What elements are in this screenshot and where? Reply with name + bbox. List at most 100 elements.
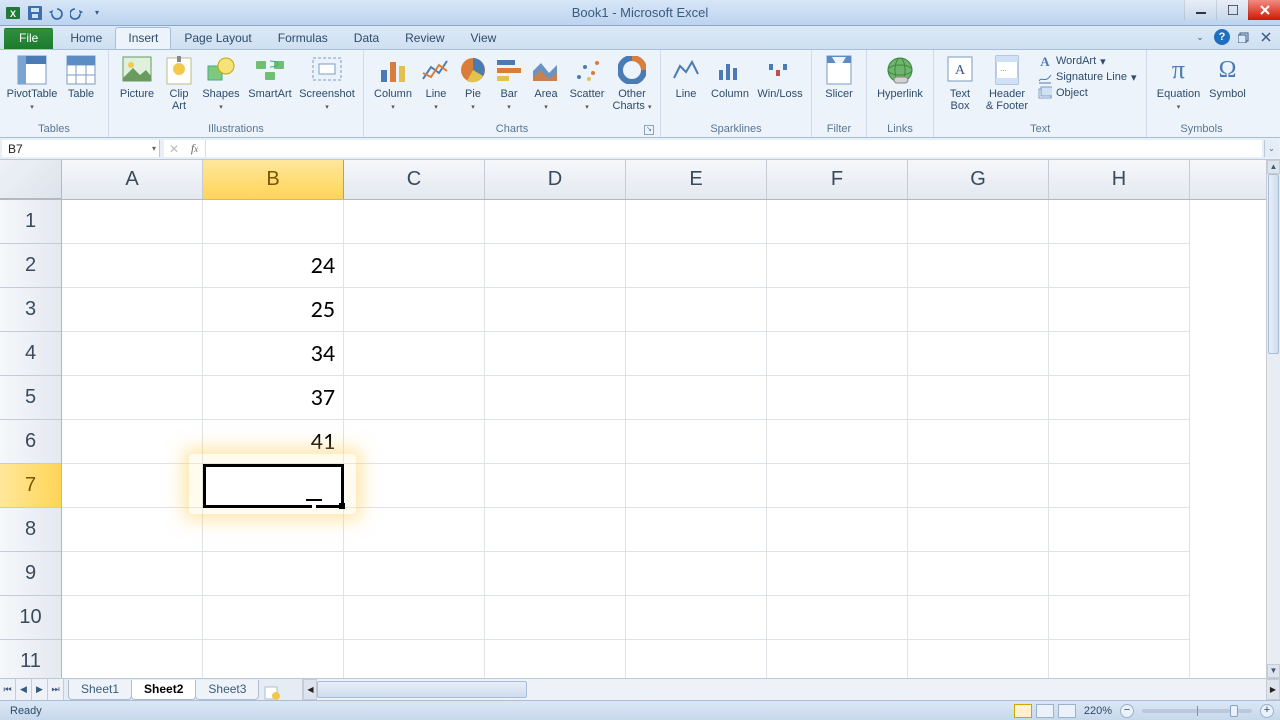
charts-launcher-icon[interactable]: ↘: [644, 125, 654, 135]
hyperlink-button[interactable]: Hyperlink: [873, 52, 927, 100]
col-header-E[interactable]: E: [626, 160, 767, 199]
clipart-button[interactable]: Clip Art: [161, 52, 197, 112]
screenshot-button[interactable]: Screenshot▾: [297, 52, 357, 114]
col-header-H[interactable]: H: [1049, 160, 1190, 199]
cell-B4[interactable]: 34: [203, 332, 344, 376]
formula-input[interactable]: fx: [184, 140, 1262, 157]
tab-insert[interactable]: Insert: [115, 27, 171, 49]
tab-data[interactable]: Data: [341, 27, 392, 49]
chart-other-button[interactable]: Other Charts ▾: [610, 52, 654, 114]
tab-formulas[interactable]: Formulas: [265, 27, 341, 49]
col-header-D[interactable]: D: [485, 160, 626, 199]
scroll-down-icon[interactable]: ▼: [1267, 664, 1280, 678]
excel-icon[interactable]: X: [3, 3, 23, 23]
expand-formula-bar-icon[interactable]: ⌄: [1264, 140, 1278, 157]
minimize-ribbon-icon[interactable]: ⌄: [1192, 29, 1208, 45]
row-header-7[interactable]: 7: [0, 464, 61, 508]
col-header-B[interactable]: B: [203, 160, 344, 199]
view-page-layout-icon[interactable]: [1036, 704, 1054, 718]
cells-area[interactable]: 24 25 34 37 41: [62, 200, 1266, 678]
vscroll-thumb[interactable]: [1268, 174, 1279, 354]
row-header-6[interactable]: 6: [0, 420, 61, 464]
undo-icon[interactable]: [47, 3, 67, 23]
view-page-break-icon[interactable]: [1058, 704, 1076, 718]
zoom-level[interactable]: 220%: [1084, 705, 1112, 717]
horizontal-scrollbar[interactable]: ◀ ▶: [302, 679, 1280, 700]
maximize-button[interactable]: [1216, 0, 1248, 20]
zoom-out-button[interactable]: −: [1120, 704, 1134, 718]
sheet-tab-2[interactable]: Sheet2: [131, 680, 196, 700]
sparkline-column-button[interactable]: Column: [707, 52, 753, 100]
cell-B6[interactable]: 41: [203, 420, 344, 464]
sheet-nav-last-icon[interactable]: ⏭: [48, 679, 64, 700]
cell-B7[interactable]: [203, 464, 344, 508]
minimize-button[interactable]: [1184, 0, 1216, 20]
chart-pie-button[interactable]: Pie▾: [456, 52, 490, 114]
picture-button[interactable]: Picture: [115, 52, 159, 100]
pivottable-button[interactable]: PivotTable▾: [6, 52, 58, 114]
symbol-button[interactable]: ΩSymbol: [1205, 52, 1249, 100]
header-footer-button[interactable]: ⋯Header & Footer: [982, 52, 1032, 112]
sparkline-winloss-button[interactable]: Win/Loss: [755, 52, 805, 100]
row-header-3[interactable]: 3: [0, 288, 61, 332]
sheet-nav-prev-icon[interactable]: ◀: [16, 679, 32, 700]
zoom-slider-knob[interactable]: [1230, 705, 1238, 717]
object-button[interactable]: Object: [1034, 86, 1140, 100]
table-button[interactable]: Table: [60, 52, 102, 100]
scroll-right-icon[interactable]: ▶: [1266, 679, 1280, 700]
chart-line-button[interactable]: Line▾: [418, 52, 454, 114]
chart-scatter-button[interactable]: Scatter▾: [566, 52, 608, 114]
textbox-button[interactable]: AText Box: [940, 52, 980, 112]
tab-view[interactable]: View: [458, 27, 510, 49]
chart-bar-button[interactable]: Bar▾: [492, 52, 526, 114]
view-normal-icon[interactable]: [1014, 704, 1032, 718]
tab-page-layout[interactable]: Page Layout: [171, 27, 264, 49]
chart-column-button[interactable]: Column▾: [370, 52, 416, 114]
row-header-9[interactable]: 9: [0, 552, 61, 596]
cell-B3[interactable]: 25: [203, 288, 344, 332]
equation-button[interactable]: πEquation▾: [1153, 52, 1203, 114]
tab-home[interactable]: Home: [57, 27, 115, 49]
fx-icon[interactable]: fx: [184, 140, 206, 157]
cell-B2[interactable]: 24: [203, 244, 344, 288]
col-header-F[interactable]: F: [767, 160, 908, 199]
name-box[interactable]: B7▾: [2, 140, 160, 157]
sheet-nav-first-icon[interactable]: ⏮: [0, 679, 16, 700]
row-header-8[interactable]: 8: [0, 508, 61, 552]
close-button[interactable]: [1248, 0, 1280, 20]
select-all-corner[interactable]: [0, 160, 62, 199]
vertical-scrollbar[interactable]: ▲ ▼: [1266, 160, 1280, 678]
col-header-G[interactable]: G: [908, 160, 1049, 199]
row-header-2[interactable]: 2: [0, 244, 61, 288]
col-header-C[interactable]: C: [344, 160, 485, 199]
restore-workbook-icon[interactable]: [1236, 29, 1252, 45]
namebox-dropdown-icon[interactable]: ▾: [152, 144, 156, 153]
chart-area-button[interactable]: Area▾: [528, 52, 564, 114]
qat-customize-icon[interactable]: ▾: [91, 3, 103, 23]
sheet-tab-1[interactable]: Sheet1: [68, 680, 132, 700]
zoom-in-button[interactable]: +: [1260, 704, 1274, 718]
close-workbook-icon[interactable]: [1258, 29, 1274, 45]
help-icon[interactable]: ?: [1214, 29, 1230, 45]
signature-line-button[interactable]: Signature Line ▾: [1034, 70, 1140, 84]
col-header-A[interactable]: A: [62, 160, 203, 199]
zoom-slider[interactable]: [1142, 709, 1252, 713]
tab-file[interactable]: File: [4, 28, 53, 49]
cancel-formula-icon[interactable]: ✕: [164, 140, 184, 157]
sparkline-line-button[interactable]: Line: [667, 52, 705, 100]
sheet-nav-next-icon[interactable]: ▶: [32, 679, 48, 700]
scroll-left-icon[interactable]: ◀: [303, 679, 317, 700]
hscroll-thumb[interactable]: [317, 681, 527, 698]
save-icon[interactable]: [25, 3, 45, 23]
tab-review[interactable]: Review: [392, 27, 457, 49]
shapes-button[interactable]: Shapes▾: [199, 52, 243, 114]
wordart-button[interactable]: AWordArt ▾: [1034, 54, 1140, 68]
row-header-1[interactable]: 1: [0, 200, 61, 244]
cell-B5[interactable]: 37: [203, 376, 344, 420]
sheet-tab-3[interactable]: Sheet3: [195, 680, 259, 700]
new-sheet-icon[interactable]: [262, 686, 282, 700]
row-header-4[interactable]: 4: [0, 332, 61, 376]
redo-icon[interactable]: [69, 3, 89, 23]
scroll-up-icon[interactable]: ▲: [1267, 160, 1280, 174]
row-header-10[interactable]: 10: [0, 596, 61, 640]
